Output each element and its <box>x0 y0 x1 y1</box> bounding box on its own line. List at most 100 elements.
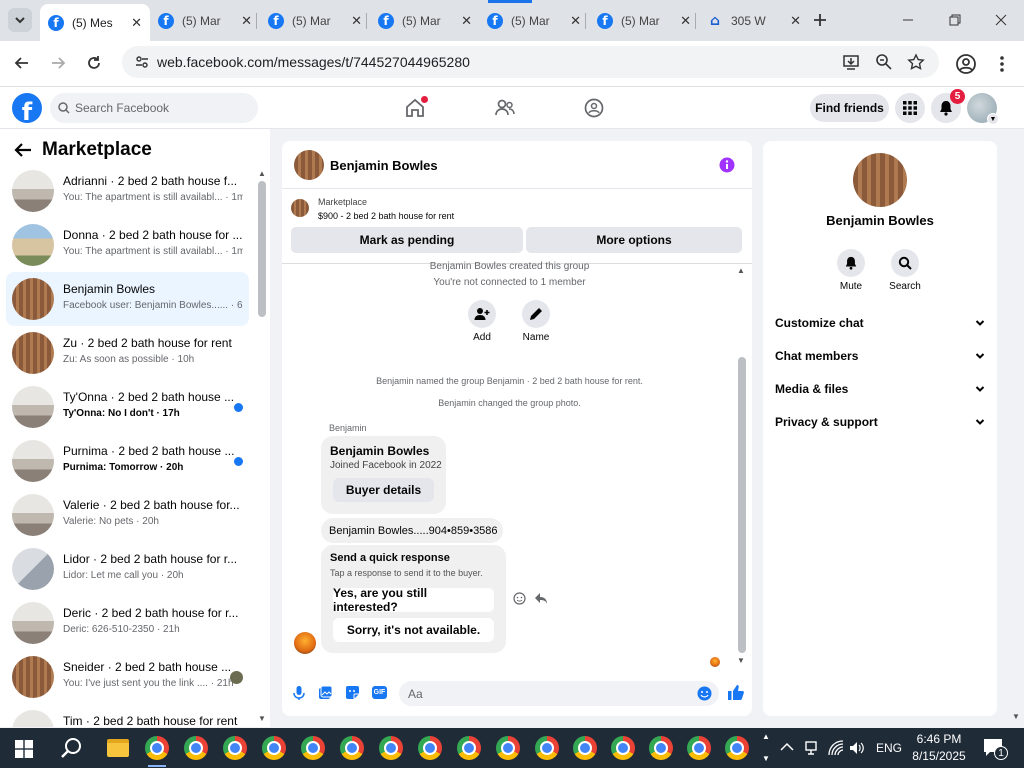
profile-button[interactable] <box>955 53 977 75</box>
customize-chat-row[interactable]: Customize chat <box>775 311 985 335</box>
add-member-button[interactable] <box>468 300 496 328</box>
close-icon[interactable]: ✕ <box>680 13 691 29</box>
conversation-item[interactable]: Zu · 2 bed 2 bath house for rent Zu: As … <box>6 326 249 380</box>
chat-members-row[interactable]: Chat members <box>775 344 985 368</box>
chrome-icon[interactable] <box>340 736 364 760</box>
find-friends-button[interactable]: Find friends <box>810 94 889 122</box>
chevron-up-icon[interactable] <box>780 742 794 752</box>
browser-tab[interactable]: f (5) Mar ✕ <box>150 6 260 35</box>
forward-button[interactable] <box>48 53 68 73</box>
close-icon[interactable]: ✕ <box>461 13 472 29</box>
conversation-item[interactable]: Benjamin Bowles Facebook user: Benjamin … <box>6 272 249 326</box>
clock-time[interactable]: 6:46 PM <box>913 732 965 746</box>
profile-avatar[interactable] <box>853 153 907 207</box>
facebook-logo[interactable]: f <box>12 93 42 123</box>
rename-group-button[interactable] <box>522 300 550 328</box>
nav-groups[interactable] <box>583 97 605 119</box>
browser-tab[interactable]: f (5) Mar ✕ <box>479 6 589 35</box>
sticker-icon[interactable] <box>345 685 360 700</box>
tab-search-button[interactable] <box>8 8 32 32</box>
chrome-icon[interactable] <box>418 736 442 760</box>
taskbar-scroll-down[interactable]: ▼ <box>762 754 770 763</box>
install-app-icon[interactable] <box>842 53 860 71</box>
zoom-icon[interactable] <box>875 53 893 71</box>
conversation-item[interactable]: Donna · 2 bed 2 bath house for ... You: … <box>6 218 249 272</box>
conversation-item[interactable]: Ty'Onna · 2 bed 2 bath house ... Ty'Onna… <box>6 380 249 434</box>
nav-friends[interactable] <box>494 97 516 119</box>
photo-icon[interactable] <box>318 685 333 700</box>
bookmark-star-icon[interactable] <box>907 53 925 71</box>
meet-now-icon[interactable] <box>804 740 818 756</box>
quick-reply-unavailable[interactable]: Sorry, it's not available. <box>333 618 494 642</box>
browser-tab[interactable]: f (5) Mar ✕ <box>589 6 699 35</box>
site-settings-icon[interactable] <box>134 54 150 70</box>
close-icon[interactable]: ✕ <box>131 15 142 31</box>
chrome-icon[interactable] <box>649 736 673 760</box>
windows-start-icon[interactable] <box>15 740 33 758</box>
chrome-icon[interactable] <box>379 736 403 760</box>
mark-as-pending-button[interactable]: Mark as pending <box>291 227 523 253</box>
sender-avatar[interactable] <box>294 632 316 654</box>
microphone-icon[interactable] <box>292 685 306 701</box>
search-input[interactable]: Search Facebook <box>50 93 258 123</box>
account-avatar[interactable]: ▼ <box>967 93 999 125</box>
input-language[interactable]: ENG <box>876 741 902 755</box>
close-icon[interactable]: ✕ <box>790 13 801 29</box>
quick-reply-interested[interactable]: Yes, are you still interested? <box>333 586 494 614</box>
browser-menu-button[interactable] <box>994 53 1010 75</box>
chrome-icon[interactable] <box>611 736 635 760</box>
media-files-row[interactable]: Media & files <box>775 377 985 401</box>
gif-icon[interactable]: GIF <box>372 686 387 699</box>
conversation-item[interactable]: Purnima · 2 bed 2 bath house ... Purnima… <box>6 434 249 488</box>
conversation-item[interactable]: Sneider · 2 bed 2 bath house ... You: I'… <box>6 650 249 704</box>
privacy-support-row[interactable]: Privacy & support <box>775 410 985 434</box>
chrome-icon[interactable] <box>457 736 481 760</box>
scroll-up-arrow[interactable]: ▲ <box>737 266 745 275</box>
address-field[interactable]: web.facebook.com/messages/t/744527044965… <box>122 46 939 78</box>
conversation-item[interactable]: Adrianni · 2 bed 2 bath house f... You: … <box>6 164 249 218</box>
conversation-item[interactable]: Deric · 2 bed 2 bath house for r... Deri… <box>6 596 249 650</box>
nav-home[interactable] <box>404 96 428 119</box>
menu-button[interactable] <box>895 93 925 123</box>
new-tab-button[interactable] <box>810 10 830 30</box>
reply-icon[interactable] <box>534 592 548 605</box>
volume-icon[interactable] <box>849 740 865 756</box>
window-close-button[interactable] <box>991 10 1011 30</box>
listing-thumbnail[interactable] <box>291 199 309 217</box>
restore-button[interactable] <box>945 10 965 30</box>
browser-tab[interactable]: f (5) Mes ✕ <box>40 4 150 41</box>
browser-tab[interactable]: f (5) Mar ✕ <box>370 6 480 35</box>
chrome-icon[interactable] <box>573 736 597 760</box>
message-input[interactable]: Aa <box>399 681 719 706</box>
chrome-icon[interactable] <box>145 736 169 760</box>
browser-tab[interactable]: f (5) Mar ✕ <box>260 6 370 35</box>
chrome-icon[interactable] <box>301 736 325 760</box>
scroll-up-arrow[interactable]: ▲ <box>258 169 266 178</box>
chrome-icon[interactable] <box>496 736 520 760</box>
scroll-down-arrow[interactable]: ▼ <box>258 714 266 723</box>
buyer-details-button[interactable]: Buyer details <box>333 478 434 502</box>
mute-button[interactable] <box>837 249 865 277</box>
info-icon[interactable] <box>719 157 735 173</box>
conversation-item[interactable]: Tim · 2 bed 2 bath house for rent <box>6 704 249 727</box>
more-options-button[interactable]: More options <box>526 227 742 253</box>
network-icon[interactable] <box>828 740 844 756</box>
back-button[interactable] <box>12 53 32 73</box>
minimize-button[interactable] <box>898 10 918 30</box>
search-conversation-button[interactable] <box>891 249 919 277</box>
emoji-icon[interactable] <box>697 686 712 701</box>
react-emoji-icon[interactable] <box>513 592 526 605</box>
reload-button[interactable] <box>84 53 104 73</box>
scroll-down-arrow[interactable]: ▼ <box>737 656 745 665</box>
chat-title[interactable]: Benjamin Bowles <box>330 158 438 173</box>
notification-center-button[interactable]: 1 <box>983 738 1008 760</box>
back-arrow-icon[interactable] <box>14 142 32 158</box>
message-bubble[interactable]: Benjamin Bowles.....904•859•3586 <box>321 518 503 543</box>
conversation-item[interactable]: Lidor · 2 bed 2 bath house for r... Lido… <box>6 542 249 596</box>
page-scroll-down-arrow[interactable]: ▼ <box>1012 712 1020 721</box>
taskbar-scroll-up[interactable]: ▲ <box>762 732 770 741</box>
chrome-icon[interactable] <box>535 736 559 760</box>
notifications-button[interactable]: 5 <box>931 89 965 123</box>
clock-date[interactable]: 8/15/2025 <box>908 749 970 763</box>
chrome-icon[interactable] <box>184 736 208 760</box>
